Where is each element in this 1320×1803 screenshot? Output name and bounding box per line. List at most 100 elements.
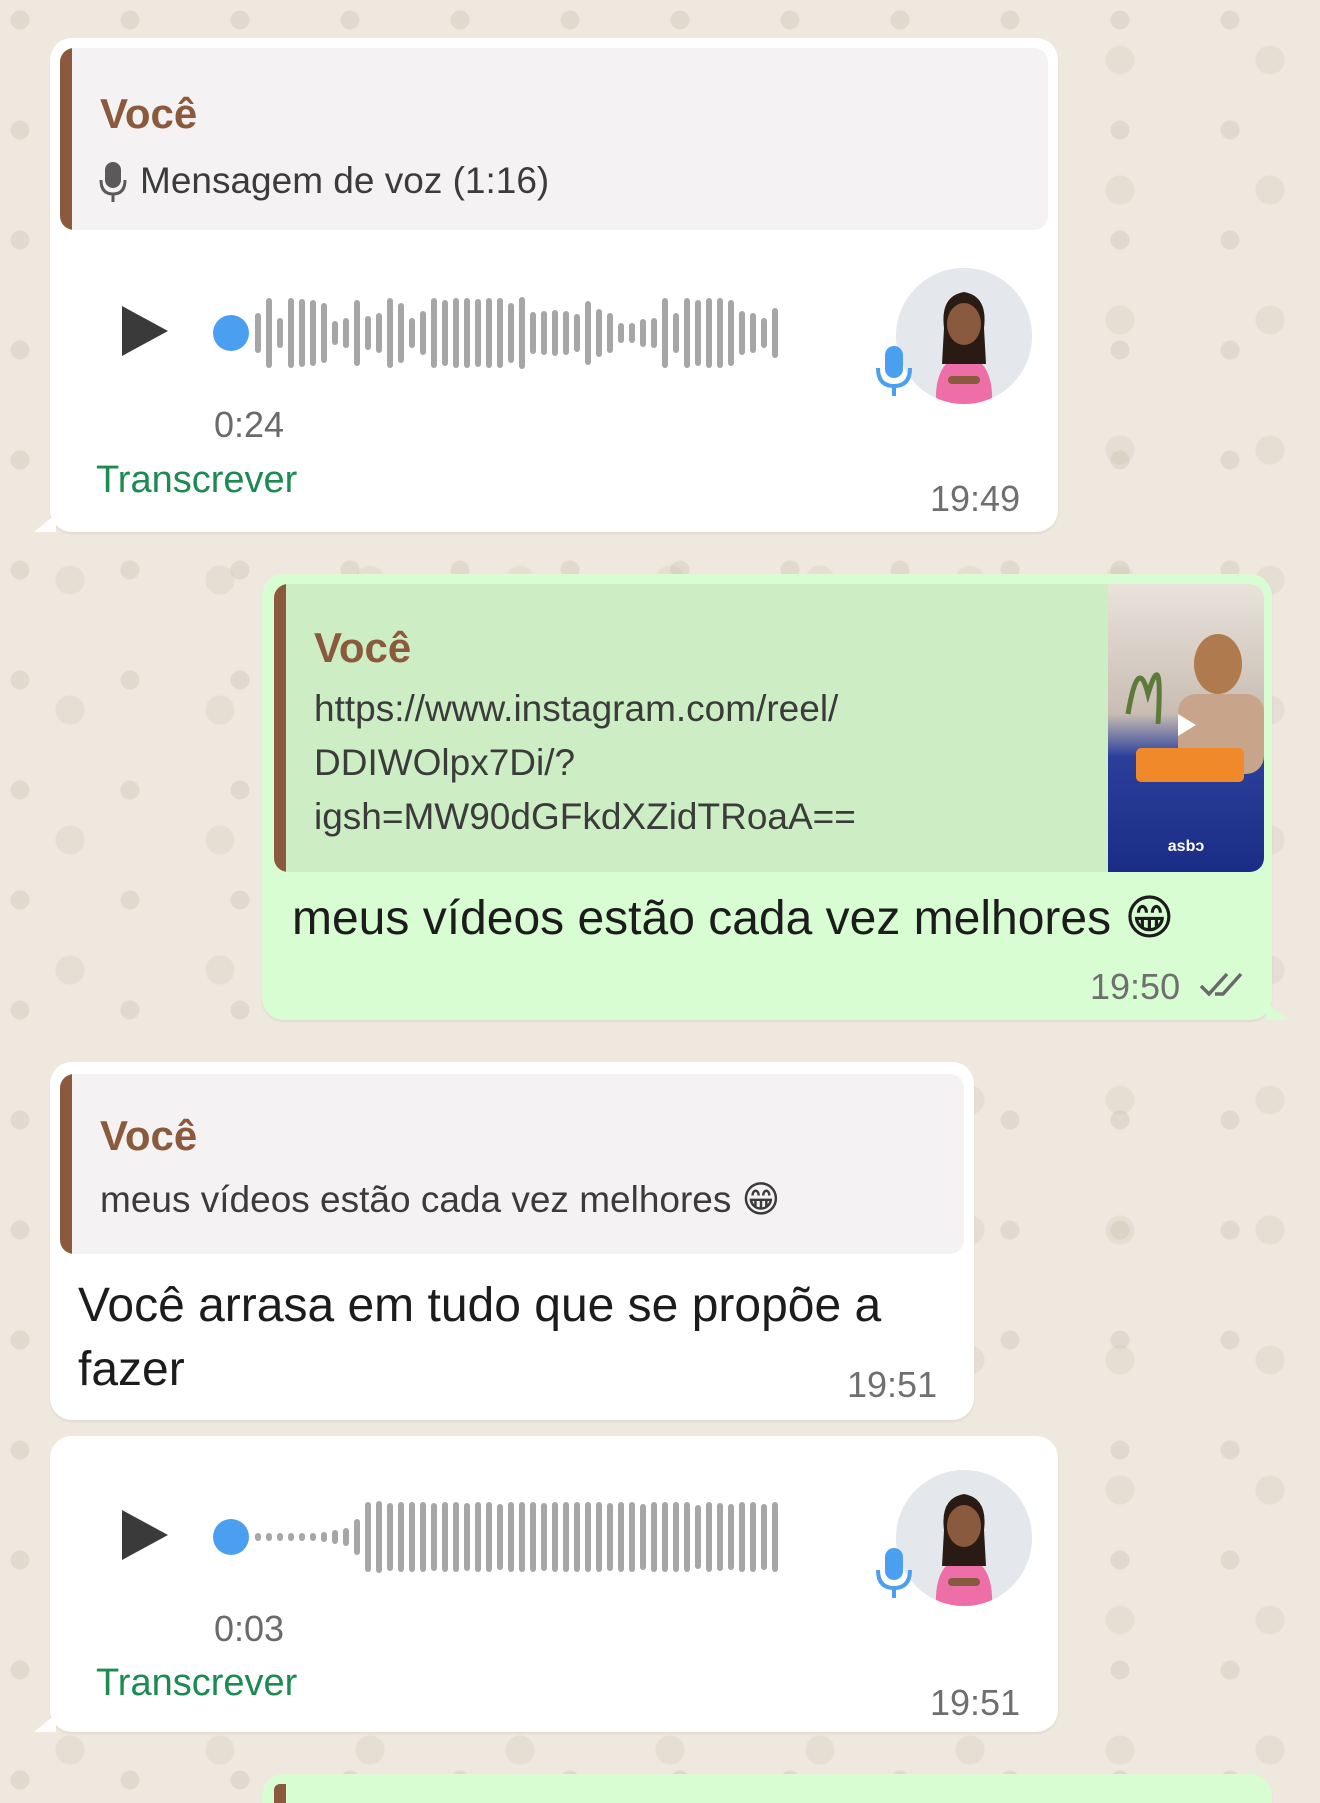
waveform-bar	[706, 298, 712, 368]
waveform-bar	[343, 1528, 349, 1546]
waveform-bar	[574, 1502, 580, 1572]
waveform-bar	[596, 309, 602, 357]
waveform-bar	[321, 303, 327, 363]
avatar	[896, 268, 1032, 404]
video-thumbnail[interactable]: asbɔ	[1108, 584, 1264, 872]
waveform[interactable]	[255, 1501, 835, 1573]
waveform-bar	[640, 319, 646, 347]
quote-bar	[60, 1074, 72, 1254]
waveform-bar	[387, 298, 393, 368]
quote-url-line-3: igsh=MW90dGFkdXZidTRoaA==	[314, 796, 856, 837]
waveform-bar	[310, 1533, 316, 1541]
waveform-bar	[695, 300, 701, 366]
waveform-bar	[365, 316, 371, 350]
waveform-bar	[475, 1502, 481, 1572]
waveform-bar	[541, 1503, 547, 1571]
quote-bar	[60, 48, 72, 230]
waveform-bar	[761, 1504, 767, 1570]
waveform-bar	[453, 298, 459, 368]
quoted-message[interactable]: Você Mensagem de voz (1:16)	[60, 48, 1048, 230]
message-text: meus vídeos estão cada vez melhores 😁	[292, 892, 1175, 945]
quote-url-line-2: DDIWOlpx7Di/?	[314, 742, 576, 783]
waveform-bar	[288, 1533, 294, 1541]
waveform-bar	[332, 1530, 338, 1544]
message-time: 19:49	[930, 478, 1021, 519]
waveform-bar	[354, 300, 360, 366]
waveform-bar	[607, 1503, 613, 1571]
message-time: 19:51	[847, 1364, 938, 1405]
quote-text: meus vídeos estão cada vez melhores 😁	[100, 1179, 781, 1220]
video-play-icon[interactable]	[1170, 710, 1200, 740]
waveform-bar	[530, 1502, 536, 1572]
waveform-bar	[651, 318, 657, 348]
waveform-bar	[519, 1502, 525, 1572]
message-bubble-voice-2[interactable]: 0:03 Transcrever 19:51	[34, 1436, 1058, 1732]
waveform-bar	[695, 1505, 701, 1569]
waveform-bar	[750, 313, 756, 353]
waveform-bar	[332, 321, 338, 345]
message-time: 19:51	[930, 1682, 1021, 1723]
waveform-bar	[343, 318, 349, 348]
waveform-bar	[519, 297, 525, 369]
play-button[interactable]	[122, 1510, 168, 1560]
waveform-bar	[387, 1503, 393, 1571]
waveform-bar	[266, 1533, 272, 1541]
waveform-bar	[552, 310, 558, 356]
quote-author: Você	[100, 1112, 198, 1159]
waveform-bar	[618, 323, 624, 343]
waveform-bar	[739, 311, 745, 355]
waveform-bar	[255, 313, 261, 353]
message-bubble-partial[interactable]	[262, 1774, 1272, 1803]
waveform-bar	[277, 1533, 283, 1541]
playback-progress-handle[interactable]	[213, 315, 249, 351]
message-bubble-link[interactable]: Você https://www.instagram.com/reel/ DDI…	[262, 574, 1288, 1020]
waveform-bar	[596, 1502, 602, 1572]
waveform-bar	[728, 300, 734, 366]
waveform-bar	[376, 313, 382, 353]
waveform-bar	[288, 298, 294, 368]
message-bubble-reply[interactable]: Você meus vídeos estão cada vez melhores…	[50, 1062, 974, 1420]
waveform-bar	[651, 1502, 657, 1572]
waveform-bar	[398, 303, 404, 363]
waveform-bar	[409, 1502, 415, 1572]
waveform-bar	[629, 1502, 635, 1572]
waveform-bar	[739, 1502, 745, 1572]
waveform-bar	[354, 1519, 360, 1555]
waveform-bar	[420, 1502, 426, 1572]
waveform-bar	[497, 1504, 503, 1570]
playback-progress-handle[interactable]	[213, 1519, 249, 1555]
waveform-bar	[486, 298, 492, 368]
waveform-bar	[376, 1501, 382, 1573]
waveform-bar	[530, 312, 536, 354]
waveform-bar	[442, 1502, 448, 1572]
avatar	[896, 1470, 1032, 1606]
play-button[interactable]	[122, 306, 168, 356]
transcribe-link[interactable]: Transcrever	[96, 1662, 297, 1705]
message-bubble-voice-1[interactable]: Você Mensagem de voz (1:16) 0:24 Transcr…	[34, 38, 1058, 532]
waveform-bar	[310, 300, 316, 366]
waveform-bar	[475, 299, 481, 367]
waveform-bar	[486, 1502, 492, 1572]
waveform-bar	[398, 1502, 404, 1572]
waveform-bar	[541, 311, 547, 355]
waveform-bar	[409, 318, 415, 348]
message-text-line-1: Você arrasa em tudo que se propõe a	[78, 1279, 882, 1332]
waveform-bar	[552, 1502, 558, 1572]
quoted-message[interactable]: Você meus vídeos estão cada vez melhores…	[60, 1074, 964, 1254]
waveform-bar	[442, 300, 448, 366]
quoted-link[interactable]: Você https://www.instagram.com/reel/ DDI…	[274, 584, 1264, 872]
transcribe-link[interactable]: Transcrever	[96, 459, 297, 502]
waveform-bar	[585, 1502, 591, 1572]
waveform-bar	[684, 1502, 690, 1572]
mic-badge-icon	[876, 1548, 912, 1598]
waveform-bar	[299, 299, 305, 367]
quote-bar	[274, 584, 286, 872]
waveform[interactable]	[255, 297, 835, 369]
double-check-icon	[1199, 972, 1243, 997]
waveform-bar	[618, 1502, 624, 1572]
waveform-bar	[706, 1502, 712, 1572]
message-text-line-2: fazer	[78, 1343, 185, 1396]
quote-text: Mensagem de voz (1:16)	[140, 160, 550, 201]
waveform-bar	[464, 1503, 470, 1571]
waveform-bar	[684, 298, 690, 368]
